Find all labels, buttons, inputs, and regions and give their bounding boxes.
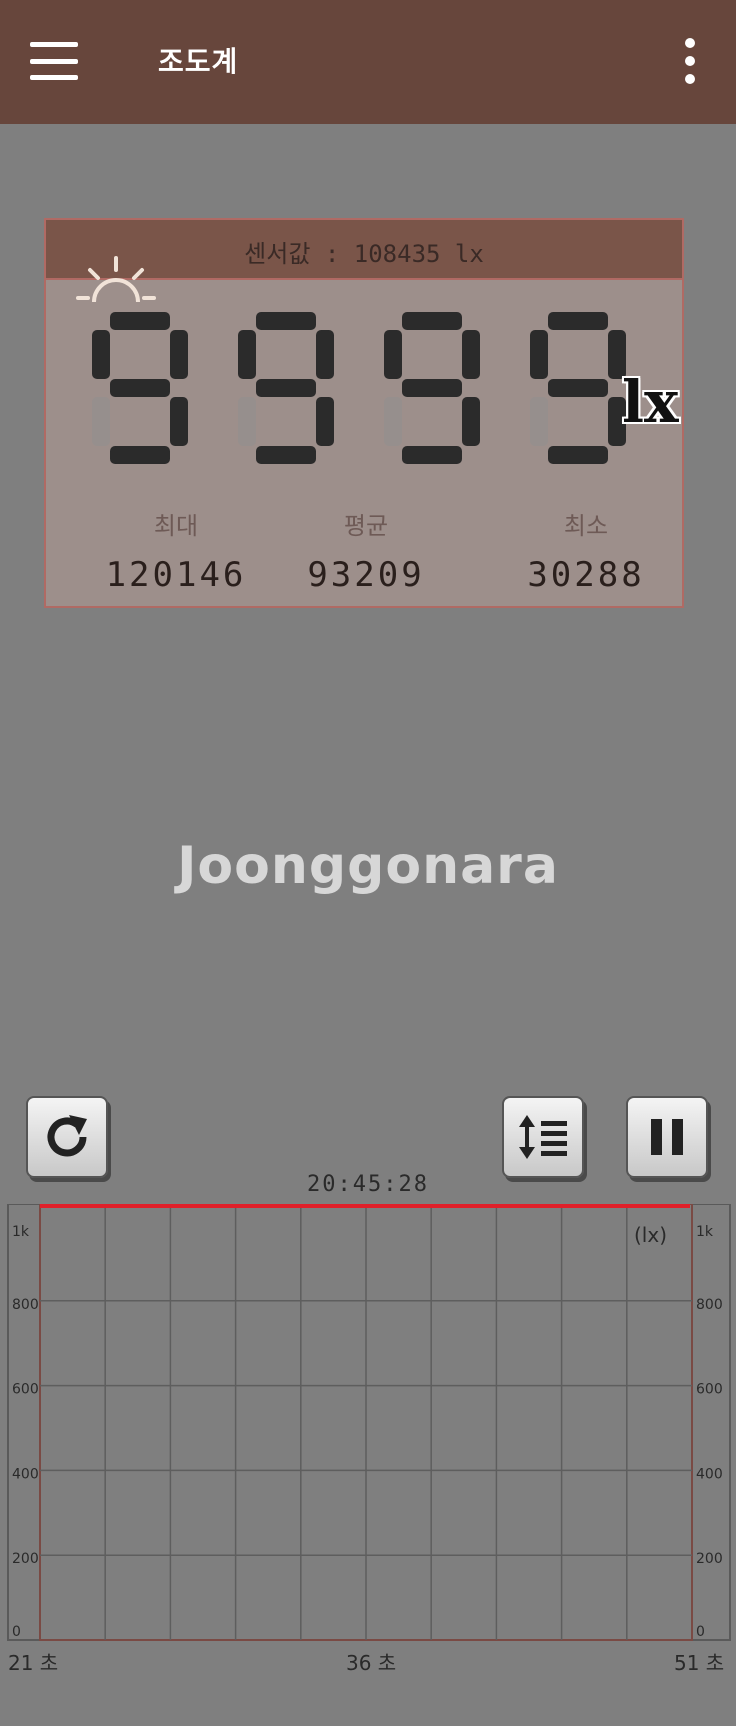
app-title: 조도계 xyxy=(158,45,239,78)
display-unit: lx xyxy=(622,368,679,436)
display-digit xyxy=(530,312,626,464)
display-segment xyxy=(462,397,480,446)
stat-min: 최소 30288 xyxy=(496,506,676,595)
display-segment xyxy=(110,312,170,330)
display-segment xyxy=(256,446,316,464)
y-tick-label-left: 1k xyxy=(12,1224,30,1240)
display-digit xyxy=(92,312,188,464)
stat-max: 최대 120146 xyxy=(86,506,266,595)
x-axis-label: 21 초 xyxy=(8,1651,58,1675)
display-segment xyxy=(316,397,334,446)
vertical-scale-icon xyxy=(519,1115,567,1159)
y-tick-label-left: 200 xyxy=(12,1551,39,1567)
scale-button[interactable] xyxy=(502,1096,584,1178)
display-segment xyxy=(238,330,256,379)
stat-avg-value: 93209 xyxy=(307,555,425,595)
display-digit xyxy=(384,312,480,464)
stat-avg-label: 평균 xyxy=(343,512,389,540)
sensor-label: 센서값 xyxy=(244,240,311,268)
reset-button[interactable] xyxy=(26,1096,108,1178)
display-segment xyxy=(402,312,462,330)
display-segment xyxy=(462,330,480,379)
hamburger-menu-icon[interactable] xyxy=(26,38,82,84)
sensor-unit: lx xyxy=(454,240,484,268)
y-tick-label-right: 400 xyxy=(696,1466,723,1482)
x-axis-label: 51 초 xyxy=(674,1651,724,1675)
sensor-value: 108435 xyxy=(353,240,441,268)
y-tick-label-right: 200 xyxy=(696,1551,723,1567)
display-segment xyxy=(110,379,170,397)
display-segment xyxy=(530,330,548,379)
display-segment xyxy=(92,397,110,446)
y-tick-label-right: 0 xyxy=(696,1624,705,1640)
display-segment xyxy=(530,397,548,446)
graph-timestamp: 20:45:28 xyxy=(307,1172,429,1197)
y-tick-label-right: 1k xyxy=(696,1224,714,1240)
pause-icon xyxy=(651,1119,683,1155)
pause-button[interactable] xyxy=(626,1096,708,1178)
display-segment xyxy=(402,446,462,464)
display-segment xyxy=(548,379,608,397)
display-segment xyxy=(92,330,110,379)
display-segment xyxy=(402,379,462,397)
stat-min-label: 최소 xyxy=(563,512,609,540)
seven-segment-display xyxy=(92,312,626,464)
display-segment xyxy=(548,312,608,330)
display-segment xyxy=(170,397,188,446)
stat-min-value: 30288 xyxy=(527,555,645,595)
y-tick-label-left: 800 xyxy=(12,1297,39,1313)
y-tick-label-right: 600 xyxy=(696,1382,723,1398)
x-axis-label: 36 초 xyxy=(346,1651,396,1675)
stat-avg: 평균 93209 xyxy=(276,506,456,595)
display-segment xyxy=(110,446,170,464)
graph-unit-label: (lx) xyxy=(634,1223,667,1247)
y-tick-label-right: 800 xyxy=(696,1297,723,1313)
refresh-icon xyxy=(47,1115,87,1157)
sensor-separator: : xyxy=(324,240,340,268)
y-tick-label-left: 0 xyxy=(12,1624,21,1640)
graph-background xyxy=(6,1204,732,1680)
display-segment xyxy=(548,446,608,464)
display-digit xyxy=(238,312,334,464)
more-vert-icon[interactable] xyxy=(680,38,700,84)
lux-meter-panel: 센서값 : 108435 lx 9999 lx 최대 120146 평균 932… xyxy=(44,218,684,608)
display-segment xyxy=(384,330,402,379)
lux-graph: 1k 1k 800 800 600 600 400 400 200 200 0 0 (lx) 21 초 36… xyxy=(6,1204,732,1680)
stat-max-value: 120146 xyxy=(105,555,247,595)
app-bar: 조도계 xyxy=(0,0,736,124)
y-tick-label-left: 600 xyxy=(12,1382,39,1398)
display-segment xyxy=(238,397,256,446)
display-segment xyxy=(256,379,316,397)
display-segment xyxy=(316,330,334,379)
y-tick-label-left: 400 xyxy=(12,1466,39,1482)
watermark-text: Joonggonara xyxy=(177,836,559,896)
display-segment xyxy=(256,312,316,330)
display-segment xyxy=(170,330,188,379)
display-segment xyxy=(384,397,402,446)
stat-max-label: 최대 xyxy=(153,512,199,540)
